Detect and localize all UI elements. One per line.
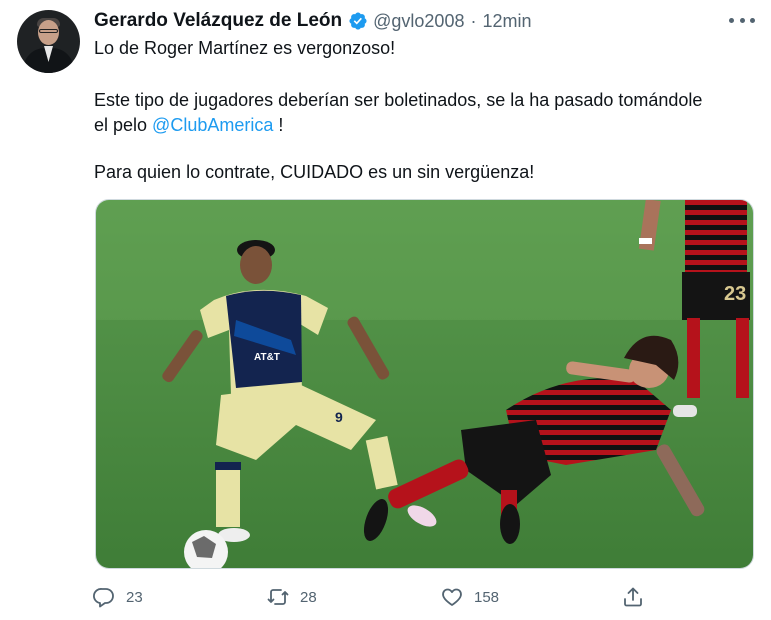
jersey-number-right: 23 [724, 283, 746, 305]
action-bar: 23 28 158 [0, 581, 771, 613]
author-name[interactable]: Gerardo Velázquez de León [94, 10, 342, 32]
tweet-text-line-1: Lo de Roger Martínez es vergonzoso! [94, 38, 396, 58]
retweet-icon [267, 589, 289, 605]
reply-icon [93, 588, 114, 608]
jersey-number-left: 9 [335, 409, 343, 425]
separator-dot: · [470, 10, 477, 31]
more-icon[interactable] [729, 12, 755, 28]
tweet-text-line-4: Para quien lo contrate, CUIDADO es un si… [94, 162, 535, 182]
timestamp[interactable]: 12min [482, 11, 531, 32]
reply-button[interactable]: 23 [92, 581, 143, 613]
tweet-header: Gerardo Velázquez de León @gvlo2008 · 12… [94, 9, 532, 33]
like-button[interactable]: 158 [440, 581, 499, 613]
share-button[interactable] [621, 581, 645, 613]
verified-badge-icon [348, 11, 368, 31]
share-icon [624, 587, 642, 607]
like-count: 158 [474, 588, 500, 606]
avatar[interactable] [17, 10, 80, 73]
tweet-text-suffix: ! [273, 115, 284, 135]
reply-count: 23 [126, 588, 143, 606]
tweet-text-line-3: el pelo @ClubAmerica ! [94, 113, 283, 137]
mention-link[interactable]: @ClubAmerica [152, 115, 273, 135]
author-handle[interactable]: @gvlo2008 [373, 11, 464, 32]
tweet-text-prefix: el pelo [94, 115, 153, 135]
retweet-count: 28 [300, 588, 317, 606]
like-icon [442, 588, 462, 606]
tweet-photo[interactable]: 23 AT&T 9 [95, 199, 754, 569]
sponsor-text: AT&T [254, 352, 280, 363]
tweet-text-line-2: Este tipo de jugadores deberían ser bole… [94, 90, 703, 110]
retweet-button[interactable]: 28 [266, 581, 317, 613]
